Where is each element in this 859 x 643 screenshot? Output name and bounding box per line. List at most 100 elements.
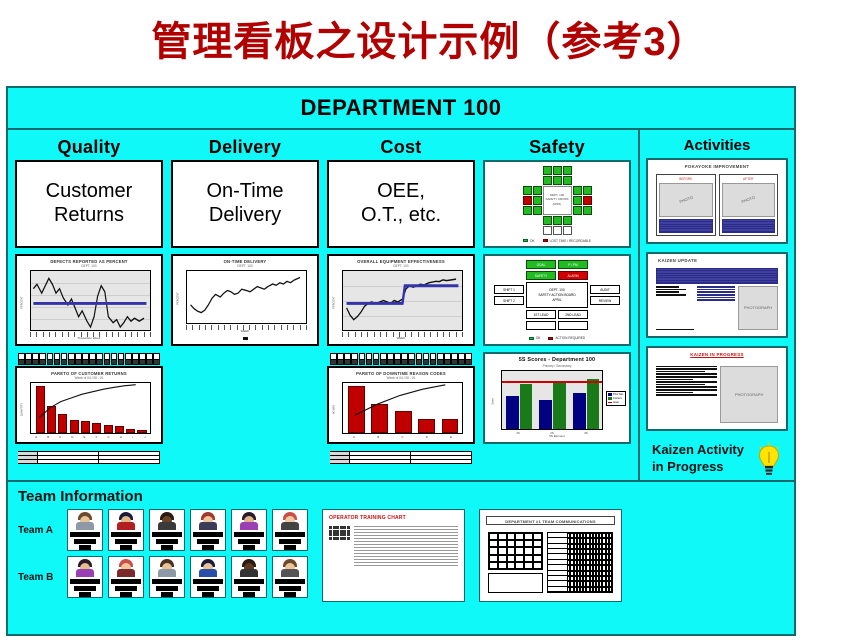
operator-training-chart-body [329, 526, 458, 595]
pokayoke-after-photo: PHOTO [721, 183, 775, 217]
downtime-pareto-cumulative-line [354, 384, 446, 417]
safety-escalation-bottom-row [526, 321, 588, 330]
kaizen-note-line1: Kaizen Activity [652, 442, 744, 458]
kaizen-update-card[interactable]: KAIZEN UPDATE PHOTOGRAPH [646, 251, 788, 338]
column-header-quality: Quality [57, 137, 121, 157]
pokayoke-after-label: AFTER [743, 177, 754, 181]
column-delivery: Delivery On-Time Delivery ON-TIME DELIVE… [167, 134, 323, 478]
escalation-box-shift2[interactable]: SHIFT 2 [494, 296, 524, 305]
quality-pareto-categories: ABCDEFGHIJ [35, 435, 146, 439]
kaizen-in-progress-card[interactable]: KAIZEN IN PROGRESS PHOTOGRAPH [646, 345, 788, 432]
operator-training-matrix [329, 526, 350, 540]
oee-trend-chart[interactable]: OVERALL EQUIPMENT EFFECTIVENESS DEPT. 10… [327, 254, 475, 346]
team-member-card[interactable] [231, 509, 267, 551]
cost-data-strip [330, 451, 472, 464]
defect-trend-lines [32, 277, 147, 329]
downtime-pareto-chart[interactable]: PARETO OF DOWNTIME REASON CODES Week of … [327, 366, 475, 444]
downtime-pareto-categories: ABCDE [353, 435, 452, 439]
on-time-delivery-plot: PERCENT [177, 270, 307, 325]
pokayoke-improvement-card[interactable]: POKAYOKE IMPROVEMENT BEFORE PHOTO AFTER … [646, 158, 788, 244]
escalation-box-audit[interactable]: AUDIT [590, 285, 620, 294]
delivery-topic-line1: On-Time [206, 180, 284, 203]
escalation-box-shift1[interactable]: SHIFT 1 [494, 285, 524, 294]
kaizen-update-table [656, 267, 778, 285]
quality-pareto-chart[interactable]: PARETO OF CUSTOMER RETURNS Week of 04 / … [15, 366, 163, 444]
team-member-card[interactable] [272, 509, 308, 551]
escalation-box-goal[interactable]: GOAL [526, 260, 556, 269]
defect-trend-chart[interactable]: DEFECTS REPORTED AS PERCENT DEPT. 100 PE… [15, 254, 163, 346]
escalation-box-1st-lead[interactable]: 1ST LEAD [526, 310, 556, 319]
oee-trend-xlabel: WEEK [396, 336, 406, 341]
cost-calendar-strip [330, 353, 472, 365]
team-member-card[interactable] [272, 556, 308, 598]
5s-scores-title: 5S Scores - Department 100 [518, 357, 596, 363]
board-middle-zone: Quality Customer Returns DEFECTS REPORTE… [8, 130, 794, 482]
pokayoke-title: POKAYOKE IMPROVEMENT [684, 164, 750, 169]
operator-training-chart[interactable]: OPERATOR TRAINING CHART [322, 509, 465, 602]
safety-escalation-middle: SHIFT 1 SHIFT 2 DEPT. 100 SAFETY ACTION … [494, 282, 620, 308]
team-communications-chart[interactable]: DEPARTMENT #1 TEAM COMMUNICATIONS [479, 509, 622, 602]
team-row: Team B [18, 556, 308, 598]
safety-escalation-top-row: GOAL P / PM [526, 260, 588, 269]
team-member-card[interactable] [108, 556, 144, 598]
oee-trend-plot: PERCENT [333, 270, 463, 332]
safety-cross-center: DEPT. 100 SAFETY CROSS APRIL [542, 185, 572, 215]
team-information-title: Team Information [18, 488, 143, 505]
5s-scores-ylabel: Score [491, 398, 495, 406]
oee-trend-ylabel: PERCENT [332, 296, 336, 309]
column-header-delivery: Delivery [208, 137, 282, 157]
kaizen-update-photo: PHOTOGRAPH [738, 286, 778, 330]
team-member-card[interactable] [149, 556, 185, 598]
kaizen-note-line2: in Progress [652, 458, 724, 474]
page-title: 管理看板之设计示例（参考3） [151, 20, 708, 64]
team-member-card[interactable] [190, 556, 226, 598]
team-member-card[interactable] [108, 509, 144, 551]
team-grid: Team A Team B [18, 509, 308, 628]
5s-scores-subtitle: Primary / Secondary [542, 363, 572, 368]
escalation-box-review[interactable]: REVIEW [590, 296, 620, 305]
team-member-card[interactable] [67, 509, 103, 551]
quality-topic-tile: Customer Returns [15, 160, 163, 248]
escalation-box-alarm[interactable]: ALARM [558, 271, 588, 280]
on-time-delivery-line [190, 277, 301, 314]
team-communications-body [488, 532, 613, 593]
team-member-card[interactable] [149, 509, 185, 551]
on-time-delivery-legend [177, 335, 313, 341]
team-b-label: Team B [18, 571, 54, 583]
board-header: DEPARTMENT 100 [8, 88, 794, 130]
lightbulb-icon [756, 442, 782, 476]
team-member-card[interactable] [190, 509, 226, 551]
downtime-pareto-subtitle: Week of 04 / 08 - 01 [386, 376, 416, 381]
escalation-box-safety[interactable]: SAFETY [526, 271, 556, 280]
pokayoke-before-photo: PHOTO [659, 183, 713, 217]
safety-cross-chart[interactable]: DEPT. 100 SAFETY CROSS APRIL OK LOST TIM… [483, 160, 631, 248]
kaizen-note-text: Kaizen Activity in Progress [652, 442, 744, 475]
team-member-card[interactable] [231, 556, 267, 598]
5s-scores-goal-line [502, 381, 602, 383]
quality-pareto-subtitle: Week of 04 / 08 - 01 [74, 376, 104, 381]
kaizen-update-chart-area [656, 286, 694, 330]
downtime-pareto-ylabel: HOURS [332, 405, 336, 415]
5s-scores-xlabel: 5S Element [549, 434, 565, 439]
escalation-box-ppm[interactable]: P / PM [558, 260, 588, 269]
column-header-safety: Safety [529, 137, 585, 157]
pokayoke-before-table [659, 218, 713, 233]
column-quality: Quality Customer Returns DEFECTS REPORTE… [11, 134, 167, 478]
team-communications-chart-title: DEPARTMENT #1 TEAM COMMUNICATIONS [486, 516, 615, 525]
kaizen-in-progress-photo: PHOTOGRAPH [720, 365, 778, 424]
team-a-label: Team A [18, 524, 54, 536]
safety-escalation-board[interactable]: GOAL P / PM SAFETY ALARM SHIFT 1 SHIFT 2 [483, 254, 631, 346]
quality-data-strip [18, 451, 160, 464]
column-safety: Safety DEPT. 100 SAFETY CROSS APRIL OK L… [479, 134, 635, 478]
5s-scores-chart[interactable]: 5S Scores - Department 100 Primary / Sec… [483, 352, 631, 444]
kaizen-update-rules [697, 286, 735, 329]
on-time-delivery-chart[interactable]: ON-TIME DELIVERY DEPT. 100 PERCENT WEEK [171, 254, 319, 346]
kanban-board: DEPARTMENT 100 Quality Customer Returns … [6, 86, 796, 636]
team-member-card[interactable] [67, 556, 103, 598]
on-time-delivery-xlabel: WEEK [240, 329, 250, 334]
kaizen-activity-note: Kaizen Activity in Progress [646, 439, 788, 478]
defect-trend-subtitle: DEPT. 100 [81, 264, 97, 269]
team-communications-note [488, 573, 543, 593]
column-header-cost: Cost [380, 137, 422, 157]
escalation-box-2nd-lead[interactable]: 2ND LEAD [558, 310, 588, 319]
